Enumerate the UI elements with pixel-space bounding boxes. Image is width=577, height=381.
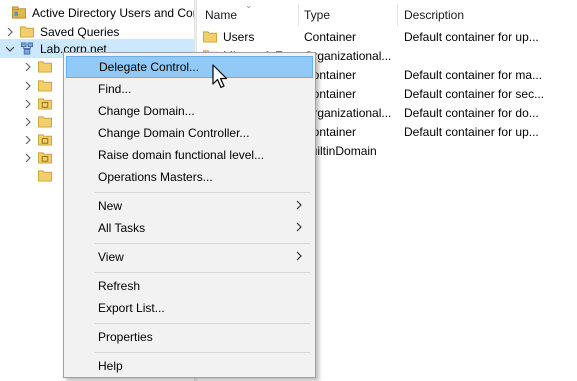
menu-separator [94,272,310,273]
row-type: Organizational... [304,48,392,63]
tree-item-label: Saved Queries [40,24,120,39]
mouse-pointer-icon [212,64,228,89]
row-type: builtinDomain [304,143,377,158]
ad-users-computers-icon [12,6,26,19]
folder-icon [38,116,52,128]
chevron-right-icon [296,251,302,261]
menu-item-label: Raise domain functional level... [98,148,265,162]
ou-folder-icon [38,98,52,110]
folder-icon [38,170,52,182]
menu-item-view[interactable]: View [66,246,313,268]
menu-item-label: Help [98,359,123,373]
menu-item-raise-domain-functional-level[interactable]: Raise domain functional level... [66,144,313,166]
list-row[interactable]: Users Container Default container for up… [197,27,577,46]
column-divider[interactable] [397,4,398,26]
column-header-type[interactable]: Type [304,4,330,25]
column-header-name[interactable]: Name [205,4,237,25]
menu-item-export-list[interactable]: Export List... [66,297,313,319]
menu-item-label: Refresh [98,279,141,293]
menu-item-label: Export List... [98,301,165,315]
row-description: Default container for up... [404,124,539,139]
menu-separator [94,243,310,244]
menu-item-delegate-control[interactable]: Delegate Control... [66,56,313,78]
menu-item-label: Properties [98,330,153,344]
column-divider[interactable] [298,4,299,26]
sort-arrow-icon: ⌄ [245,0,253,10]
menu-item-label: Find... [98,82,132,96]
name-cell: Users [202,27,300,46]
row-type: Container [304,67,357,82]
row-description: Default container for ma... [404,67,543,82]
row-type: Container [304,86,357,101]
row-description: Default container for do... [404,105,539,120]
menu-item-refresh[interactable]: Refresh [66,275,313,297]
menu-item-label: Change Domain Controller... [98,126,250,140]
menu-separator [94,323,310,324]
chevron-right-icon[interactable] [5,27,15,37]
column-header-description[interactable]: Description [404,4,464,25]
chevron-down-icon[interactable] [5,44,15,54]
row-description: Default container for sec... [404,86,545,101]
menu-item-label: Delegate Control... [99,60,200,74]
row-description [404,141,576,160]
menu-item-label: New [98,199,123,213]
folder-icon [38,80,52,92]
chevron-right-icon[interactable] [23,99,33,109]
menu-item-label: View [98,250,124,264]
menu-item-properties[interactable]: Properties [66,326,313,348]
chevron-right-icon[interactable] [23,81,33,91]
chevron-right-icon [296,200,302,210]
row-type: Container [304,124,357,139]
folder-icon [203,31,217,43]
row-type: Organizational... [304,105,392,120]
folder-icon [20,26,34,38]
menu-item-all-tasks[interactable]: All Tasks [66,217,313,239]
expander-none [23,171,33,181]
chevron-right-icon [296,222,302,232]
menu-item-label: Operations Masters... [98,170,213,184]
menu-separator [94,352,310,353]
menu-item-operations-masters[interactable]: Operations Masters... [66,166,313,188]
menu-item-change-domain[interactable]: Change Domain... [66,100,313,122]
tree-item-label: Active Directory Users and Com [32,5,194,20]
menu-separator [94,192,310,193]
menu-item-label: All Tasks [98,221,146,235]
chevron-right-icon[interactable] [23,117,33,127]
ou-folder-icon [38,152,52,164]
chevron-right-icon[interactable] [23,135,33,145]
row-name: Users [223,29,255,44]
menu-item-label: Change Domain... [98,104,195,118]
chevron-right-icon[interactable] [23,153,33,163]
folder-icon [38,61,52,73]
menu-item-change-domain-controller[interactable]: Change Domain Controller... [66,122,313,144]
context-menu: Delegate Control... Find... Change Domai… [63,52,316,378]
menu-item-new[interactable]: New [66,195,313,217]
row-type: Container [304,29,357,44]
expander-none [1,8,11,18]
domain-icon [20,42,34,55]
ou-folder-icon [38,134,52,146]
menu-item-find[interactable]: Find... [66,78,313,100]
menu-item-help[interactable]: Help [66,355,313,377]
row-description: Default container for up... [404,29,539,44]
row-description [404,46,576,65]
tree-item-root[interactable]: Active Directory Users and Com [0,3,194,22]
chevron-right-icon[interactable] [23,62,33,72]
